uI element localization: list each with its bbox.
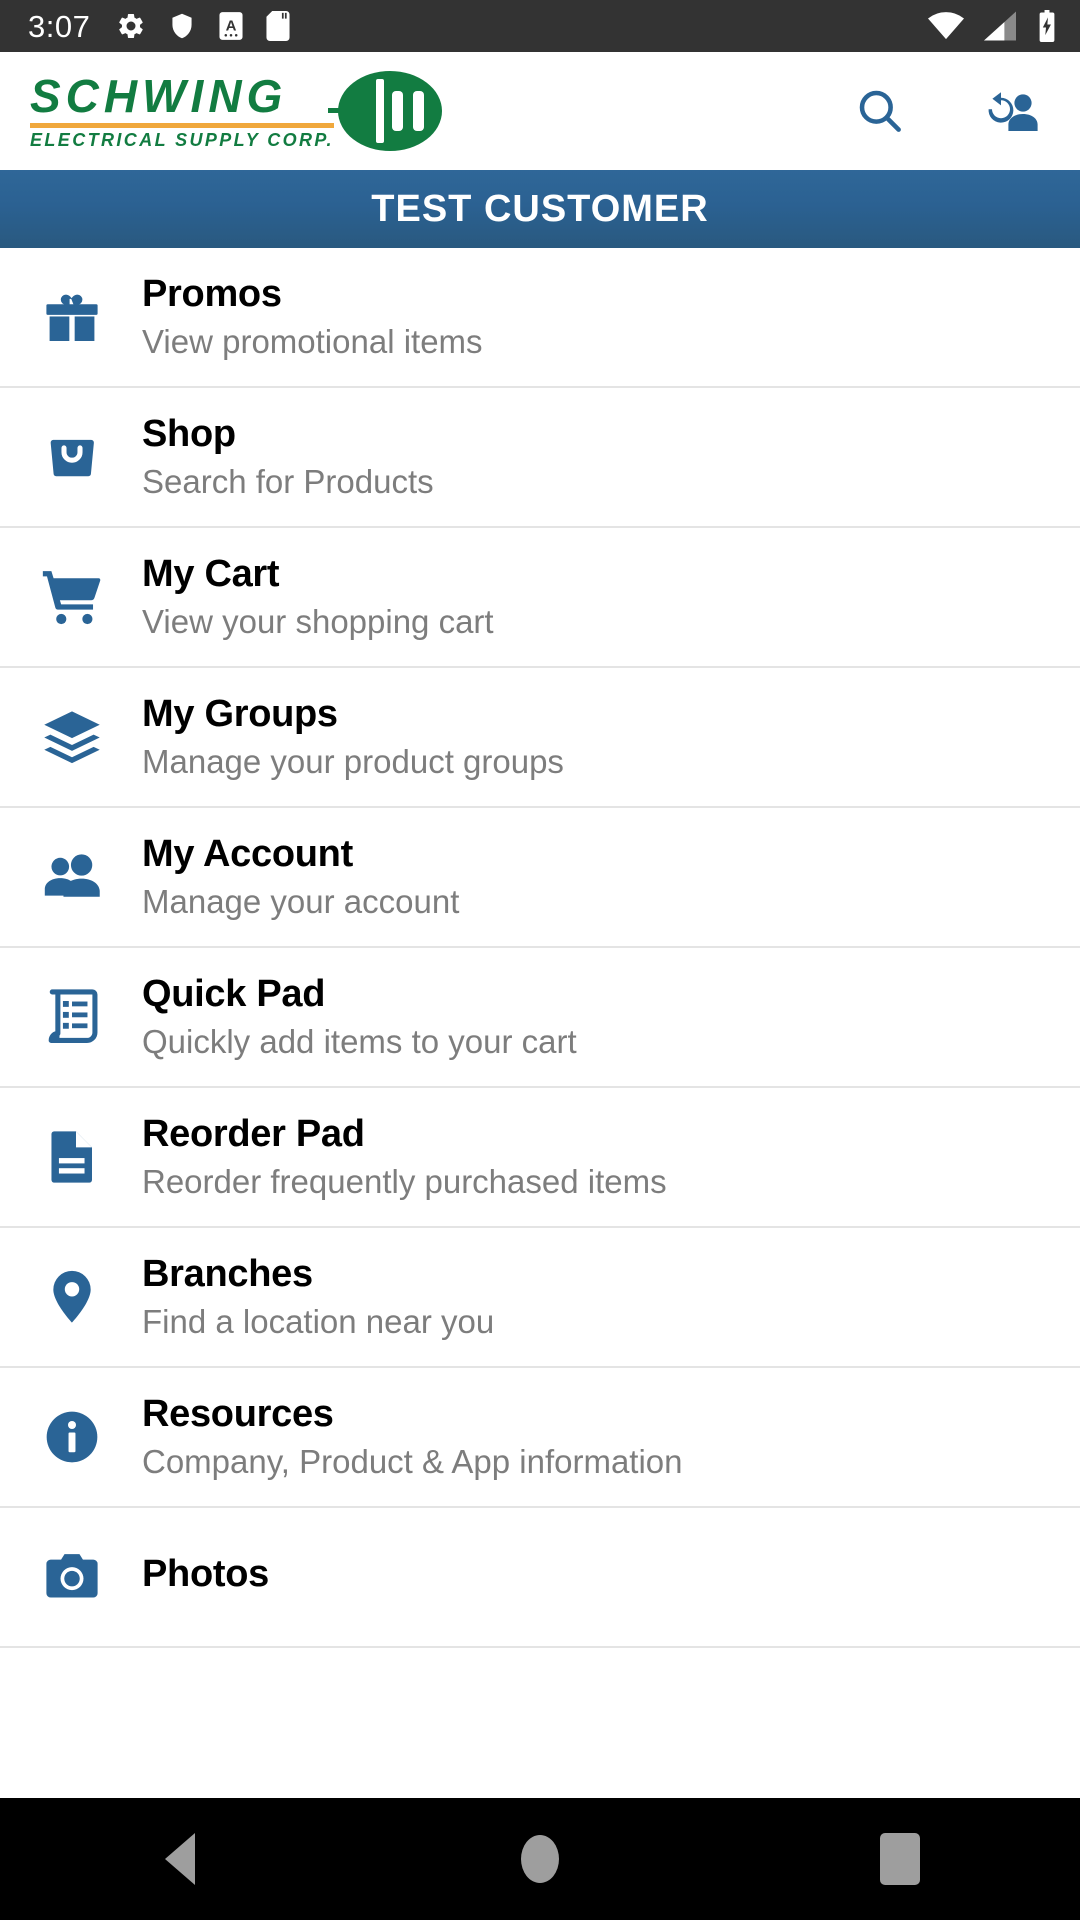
menu-item-subtitle: Find a location near you	[142, 1302, 495, 1340]
menu-item-subtitle: View promotional items	[142, 322, 483, 360]
info-circle-icon	[24, 1405, 120, 1469]
android-navigation-bar	[0, 1798, 1080, 1920]
menu-item-shop[interactable]: Shop Search for Products	[0, 388, 1080, 528]
menu-item-quick-pad[interactable]: Quick Pad Quickly add items to your cart	[0, 948, 1080, 1088]
nav-back-button[interactable]	[90, 1833, 270, 1885]
menu-item-branches[interactable]: Branches Find a location near you	[0, 1228, 1080, 1368]
gear-icon	[119, 13, 144, 38]
menu-item-title: Quick Pad	[142, 972, 326, 1015]
customer-banner: TEST CUSTOMER	[0, 170, 1080, 248]
status-bar-clock: 3:07	[28, 8, 91, 44]
people-icon	[24, 845, 120, 909]
menu-item-texts: Branches Find a location near you	[120, 1252, 494, 1342]
main-menu-list: Promos View promotional items Shop Searc…	[0, 248, 1080, 1648]
a-badge-icon: A	[219, 12, 243, 40]
brand-logo-text: SCHWING ELECTRICAL SUPPLY CORP.	[30, 73, 334, 149]
brand-logo-rule	[30, 123, 334, 128]
battery-charging-icon	[1039, 10, 1055, 42]
electrical-plug-icon	[327, 71, 442, 151]
menu-item-my-cart[interactable]: My Cart View your shopping cart	[0, 528, 1080, 668]
switch-user-icon	[988, 92, 1038, 131]
layers-icon	[24, 705, 120, 769]
menu-item-subtitle: Quickly add items to your cart	[142, 1022, 577, 1060]
gift-icon	[24, 285, 120, 349]
menu-item-title: Shop	[142, 412, 236, 455]
menu-item-title: My Groups	[142, 692, 338, 735]
customer-name: TEST CUSTOMER	[371, 187, 709, 230]
menu-item-texts: My Account Manage your account	[120, 832, 459, 922]
status-bar-right-icons	[928, 10, 1058, 42]
shopping-bag-icon	[24, 425, 120, 489]
brand-logo[interactable]: SCHWING ELECTRICAL SUPPLY CORP.	[30, 65, 448, 157]
menu-item-my-groups[interactable]: My Groups Manage your product groups	[0, 668, 1080, 808]
menu-item-subtitle: Reorder frequently purchased items	[142, 1162, 667, 1200]
sd-card-icon	[266, 11, 290, 41]
menu-item-texts: Photos	[120, 1552, 269, 1602]
brand-name-secondary: ELECTRICAL SUPPLY CORP.	[30, 130, 334, 150]
search-icon	[859, 90, 901, 132]
menu-item-title: Resources	[142, 1392, 334, 1435]
nav-home-button[interactable]	[450, 1835, 630, 1883]
menu-item-texts: Reorder Pad Reorder frequently purchased…	[120, 1112, 667, 1202]
circle-icon	[521, 1835, 559, 1883]
menu-item-texts: Resources Company, Product & App informa…	[120, 1392, 683, 1482]
receipt-list-icon	[24, 985, 120, 1049]
menu-item-subtitle: Manage your product groups	[142, 742, 564, 780]
menu-item-texts: My Cart View your shopping cart	[120, 552, 494, 642]
shopping-cart-icon	[24, 564, 120, 630]
menu-item-title: Photos	[142, 1552, 269, 1595]
status-bar: 3:07 A	[0, 0, 1080, 52]
menu-item-texts: Quick Pad Quickly add items to your cart	[120, 972, 577, 1062]
menu-item-texts: Promos View promotional items	[120, 272, 483, 362]
status-bar-left-icons: A	[116, 11, 290, 41]
switch-user-button[interactable]	[980, 85, 1040, 137]
document-icon	[24, 1125, 120, 1189]
menu-item-subtitle: Manage your account	[142, 882, 460, 920]
menu-item-my-account[interactable]: My Account Manage your account	[0, 808, 1080, 948]
cellular-signal-icon	[984, 11, 1016, 41]
map-pin-icon	[24, 1265, 120, 1329]
menu-item-texts: Shop Search for Products	[120, 412, 434, 502]
menu-item-photos[interactable]: Photos	[0, 1508, 1080, 1648]
nav-recents-button[interactable]	[810, 1833, 990, 1885]
menu-item-subtitle: View your shopping cart	[142, 602, 494, 640]
menu-item-subtitle: Company, Product & App information	[142, 1442, 683, 1480]
menu-item-title: Reorder Pad	[142, 1112, 365, 1155]
menu-item-resources[interactable]: Resources Company, Product & App informa…	[0, 1368, 1080, 1508]
menu-item-texts: My Groups Manage your product groups	[120, 692, 564, 782]
square-icon	[880, 1833, 920, 1885]
app-header-actions	[854, 85, 1046, 137]
triangle-left-icon	[165, 1833, 195, 1885]
menu-item-title: My Account	[142, 832, 353, 875]
shield-icon	[172, 13, 192, 39]
svg-text:A: A	[226, 18, 237, 35]
camera-icon	[24, 1545, 120, 1609]
search-button[interactable]	[854, 85, 906, 137]
menu-item-title: Promos	[142, 272, 282, 315]
app-header: SCHWING ELECTRICAL SUPPLY CORP.	[0, 52, 1080, 170]
menu-item-subtitle: Search for Products	[142, 462, 434, 500]
menu-item-promos[interactable]: Promos View promotional items	[0, 248, 1080, 388]
menu-item-title: My Cart	[142, 552, 280, 595]
brand-name-primary: SCHWING	[30, 70, 288, 122]
menu-item-title: Branches	[142, 1252, 313, 1295]
menu-item-reorder-pad[interactable]: Reorder Pad Reorder frequently purchased…	[0, 1088, 1080, 1228]
wifi-icon	[928, 12, 964, 40]
